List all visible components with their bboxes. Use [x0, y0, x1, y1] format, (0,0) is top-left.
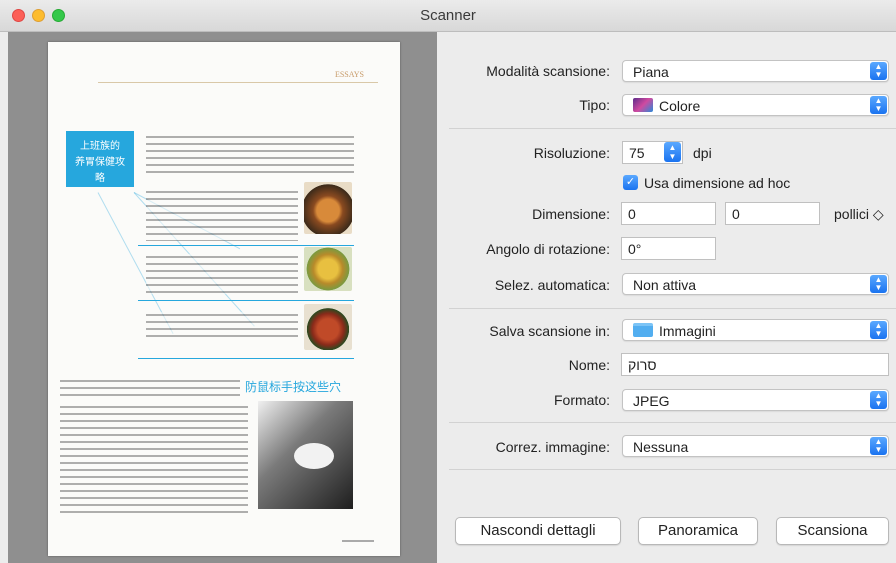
- rotation-label: Angolo di rotazione:: [486, 241, 610, 257]
- scan-mode-value: Piana: [633, 64, 669, 80]
- popup-arrows-icon: ▲ ▼: [870, 321, 887, 339]
- section-divider: [138, 358, 354, 359]
- auto-select-label: Selez. automatica:: [494, 277, 610, 293]
- image-correction-label: Correz. immagine:: [495, 439, 610, 455]
- custom-size-label: Usa dimensione ad hoc: [644, 175, 791, 191]
- type-popup[interactable]: Colore ▲ ▼: [622, 94, 889, 116]
- separator: [449, 308, 896, 309]
- article2-body-text: [60, 404, 248, 516]
- dimension-height-value: 0: [732, 206, 740, 222]
- save-in-label: Salva scansione in:: [489, 323, 610, 339]
- separator: [449, 469, 896, 470]
- article-title-box: 上班族的 养胃保健攻略: [66, 131, 134, 187]
- page-footer: [342, 540, 374, 542]
- image-correction-popup[interactable]: Nessuna ▲ ▼: [622, 435, 889, 457]
- popup-arrows-icon: ▲ ▼: [870, 96, 887, 114]
- resolution-stepper[interactable]: ▲ ▼: [664, 142, 681, 162]
- section1-text-block: [146, 189, 298, 241]
- popup-arrows-icon: ▲ ▼: [870, 62, 887, 80]
- food-photo: [304, 304, 352, 350]
- section-divider: [138, 245, 354, 246]
- section-divider: [138, 300, 354, 301]
- rotation-value: 0°: [628, 241, 642, 257]
- format-popup[interactable]: JPEG ▲ ▼: [622, 389, 889, 411]
- name-value: סרוק: [628, 357, 657, 373]
- type-value: Colore: [659, 98, 701, 114]
- scan-settings-panel: Modalità scansione: Piana ▲ ▼ Tipo: Color…: [437, 32, 896, 563]
- article2-heading: 防鼠标手按这些穴: [245, 380, 342, 394]
- mouse-hand-photo: [258, 401, 353, 509]
- image-correction-value: Nessuna: [633, 439, 689, 455]
- hide-details-button[interactable]: Nascondi dettagli: [455, 517, 621, 545]
- type-label: Tipo:: [579, 97, 610, 113]
- dimension-width-field[interactable]: 0: [621, 202, 716, 225]
- popup-arrows-icon: ▲ ▼: [870, 437, 887, 455]
- article2-intro-text: [60, 378, 240, 398]
- custom-size-checkbox[interactable]: ✓: [623, 175, 638, 190]
- section2-text-block: [146, 254, 298, 294]
- resolution-value: 75: [629, 145, 645, 161]
- window-title: Scanner: [420, 7, 476, 24]
- overview-button[interactable]: Panoramica: [638, 517, 758, 545]
- rotation-field[interactable]: 0°: [621, 237, 716, 260]
- name-field[interactable]: סרוק: [621, 353, 889, 376]
- article-title-line2: 养胃保健攻略: [75, 157, 125, 184]
- header-rule: [98, 82, 378, 83]
- folder-icon: [633, 323, 653, 337]
- section3-text-block: [146, 312, 298, 342]
- dimension-height-field[interactable]: 0: [725, 202, 820, 225]
- save-in-popup[interactable]: Immagini ▲ ▼: [622, 319, 889, 341]
- scan-button[interactable]: Scansiona: [776, 517, 889, 545]
- auto-select-value: Non attiva: [633, 277, 697, 293]
- dimension-unit-popup[interactable]: pollici ◇: [834, 206, 884, 223]
- scan-mode-label: Modalità scansione:: [486, 63, 610, 79]
- scan-mode-popup[interactable]: Piana ▲ ▼: [622, 60, 889, 82]
- name-label: Nome:: [568, 357, 610, 373]
- dimension-label: Dimensione:: [532, 206, 610, 222]
- title-bar: Scanner: [0, 0, 896, 32]
- format-label: Formato:: [553, 392, 610, 408]
- food-photo: [304, 182, 352, 234]
- format-value: JPEG: [633, 393, 670, 409]
- popup-arrows-icon: ▲ ▼: [870, 391, 887, 409]
- auto-select-popup[interactable]: Non attiva ▲ ▼: [622, 273, 889, 295]
- popup-arrows-icon: ▲ ▼: [870, 275, 887, 293]
- dimension-width-value: 0: [628, 206, 636, 222]
- scan-preview-area[interactable]: ESSAYS 上班族的 养胃保健攻略 防鼠标手按这些穴: [8, 32, 437, 563]
- resolution-label: Risoluzione:: [533, 145, 610, 161]
- save-in-value: Immagini: [659, 323, 716, 339]
- color-swatch-icon: [633, 98, 653, 112]
- page-header-text: ESSAYS: [334, 70, 364, 79]
- scanned-page-preview: ESSAYS 上班族的 养胃保健攻略 防鼠标手按这些穴: [48, 42, 400, 556]
- resolution-unit: dpi: [693, 145, 712, 161]
- food-photo: [304, 247, 352, 291]
- intro-text-block: [146, 134, 354, 176]
- hand-on-mouse: [294, 443, 334, 469]
- separator: [449, 422, 896, 423]
- article-title-line1: 上班族的: [80, 141, 120, 152]
- separator: [449, 128, 896, 129]
